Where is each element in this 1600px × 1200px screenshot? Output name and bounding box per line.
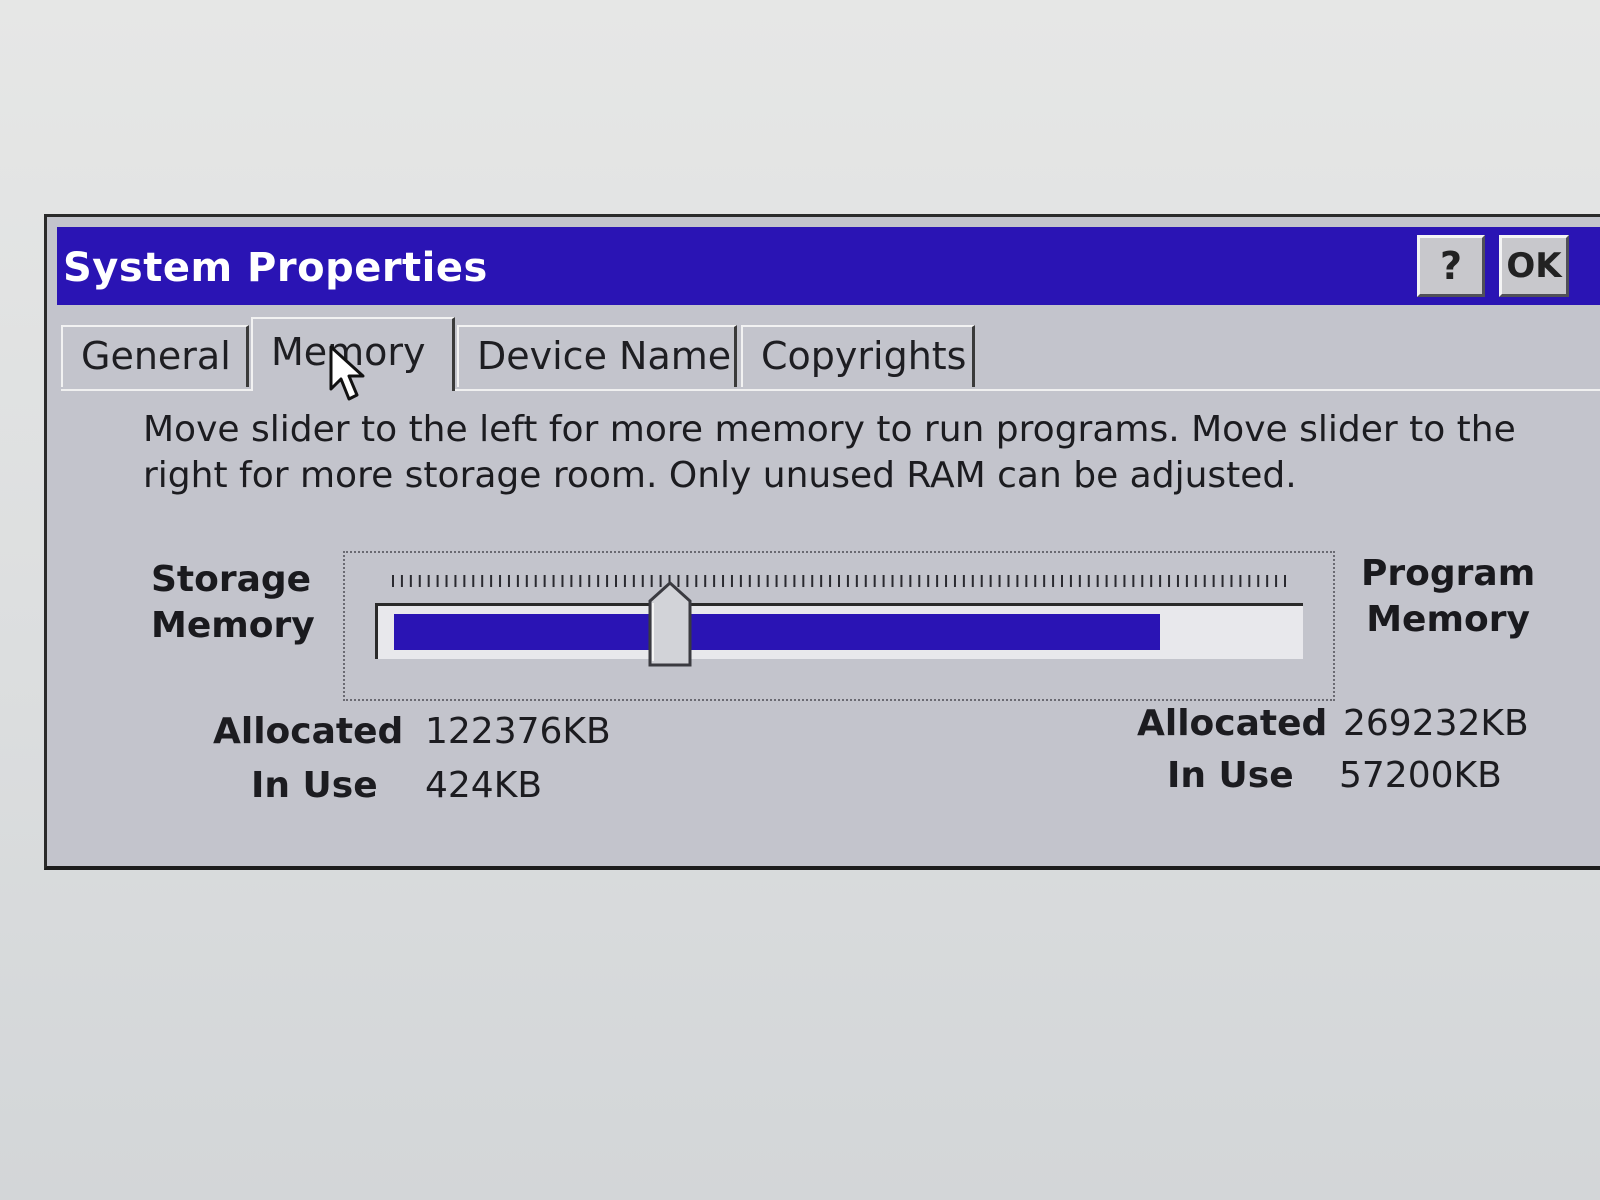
slider-ticks (392, 575, 1286, 587)
tab-strip: General Memory Device Name Copyrights (61, 317, 1600, 401)
title-bar[interactable]: System Properties ? OK (57, 227, 1600, 305)
memory-slider[interactable] (343, 551, 1335, 701)
window-title: System Properties (63, 245, 488, 291)
storage-label-line2: Memory (151, 605, 315, 646)
slider-track[interactable] (375, 603, 1303, 659)
program-in-use-value: 57200KB (1339, 755, 1502, 796)
program-memory-label: Program Memory (1361, 551, 1535, 643)
storage-label-line1: Storage (151, 559, 312, 600)
help-button[interactable]: ? (1417, 235, 1485, 297)
storage-allocated-label: Allocated (213, 711, 404, 752)
ok-button[interactable]: OK (1499, 235, 1569, 297)
tab-copyrights[interactable]: Copyrights (741, 325, 975, 387)
tab-device-name[interactable]: Device Name (457, 325, 737, 387)
program-label-line2: Memory (1366, 599, 1530, 640)
storage-memory-label: Storage Memory (151, 557, 315, 649)
slider-thumb[interactable] (648, 581, 692, 667)
tab-memory[interactable]: Memory (251, 317, 455, 401)
system-properties-dialog: System Properties ? OK General Memory De… (44, 214, 1600, 870)
program-allocated-label: Allocated (1137, 703, 1328, 744)
program-label-line1: Program (1361, 553, 1536, 594)
tab-general[interactable]: General (61, 325, 249, 387)
storage-allocated-value: 122376KB (425, 711, 611, 752)
storage-in-use-value: 424KB (425, 765, 543, 806)
mouse-cursor-icon (329, 345, 365, 401)
memory-usage-bar (394, 614, 1160, 650)
storage-in-use-label: In Use (251, 765, 378, 806)
program-allocated-value: 269232KB (1343, 703, 1529, 744)
program-in-use-label: In Use (1167, 755, 1294, 796)
memory-description: Move slider to the left for more memory … (143, 409, 1516, 496)
